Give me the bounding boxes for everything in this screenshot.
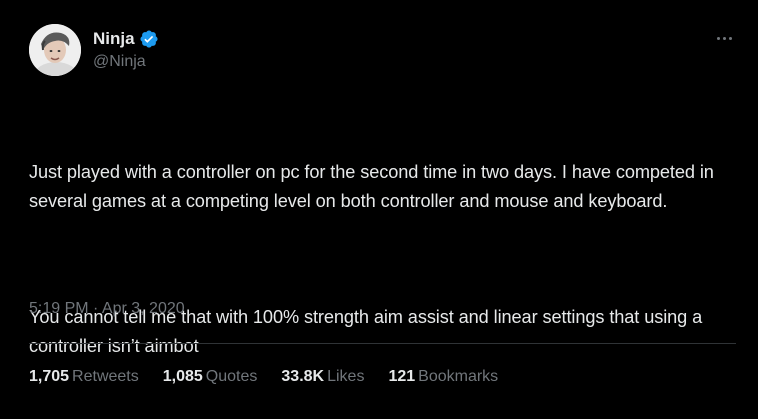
more-dot-icon: [728, 36, 732, 40]
tweet-timestamp[interactable]: 5:19 PM · Apr 3, 2020: [29, 298, 185, 320]
tweet-paragraph: Just played with a controller on pc for …: [29, 162, 719, 211]
tweet-card: Ninja @Ninja Just played with a controll…: [0, 0, 758, 408]
likes-label: Likes: [327, 368, 365, 385]
retweets-label: Retweets: [72, 368, 139, 385]
avatar[interactable]: [29, 24, 81, 76]
engagement-stats: 1,705 Retweets 1,085 Quotes 33.8K Likes 121…: [29, 366, 522, 388]
bookmarks-label: Bookmarks: [418, 368, 499, 385]
likes-count: 33.8K: [281, 368, 325, 385]
more-dot-icon: [722, 36, 726, 40]
likes-stat[interactable]: 33.8K Likes: [281, 366, 364, 388]
more-dot-icon: [716, 36, 720, 40]
verified-badge-icon: [139, 29, 159, 49]
bookmarks-count: 121: [388, 368, 416, 385]
retweets-count: 1,705: [29, 368, 70, 385]
author-handle[interactable]: @Ninja: [93, 52, 146, 72]
bookmarks-stat[interactable]: 121 Bookmarks: [388, 366, 498, 388]
quotes-stat[interactable]: 1,085 Quotes: [163, 366, 258, 388]
divider: [29, 343, 736, 344]
retweets-stat[interactable]: 1,705 Retweets: [29, 366, 139, 388]
more-options-button[interactable]: [714, 30, 734, 46]
author-name-row[interactable]: Ninja: [93, 28, 159, 50]
quotes-label: Quotes: [205, 368, 258, 385]
avatar-photo-icon: [29, 24, 81, 76]
display-name[interactable]: Ninja: [93, 28, 135, 50]
quotes-count: 1,085: [162, 368, 203, 385]
